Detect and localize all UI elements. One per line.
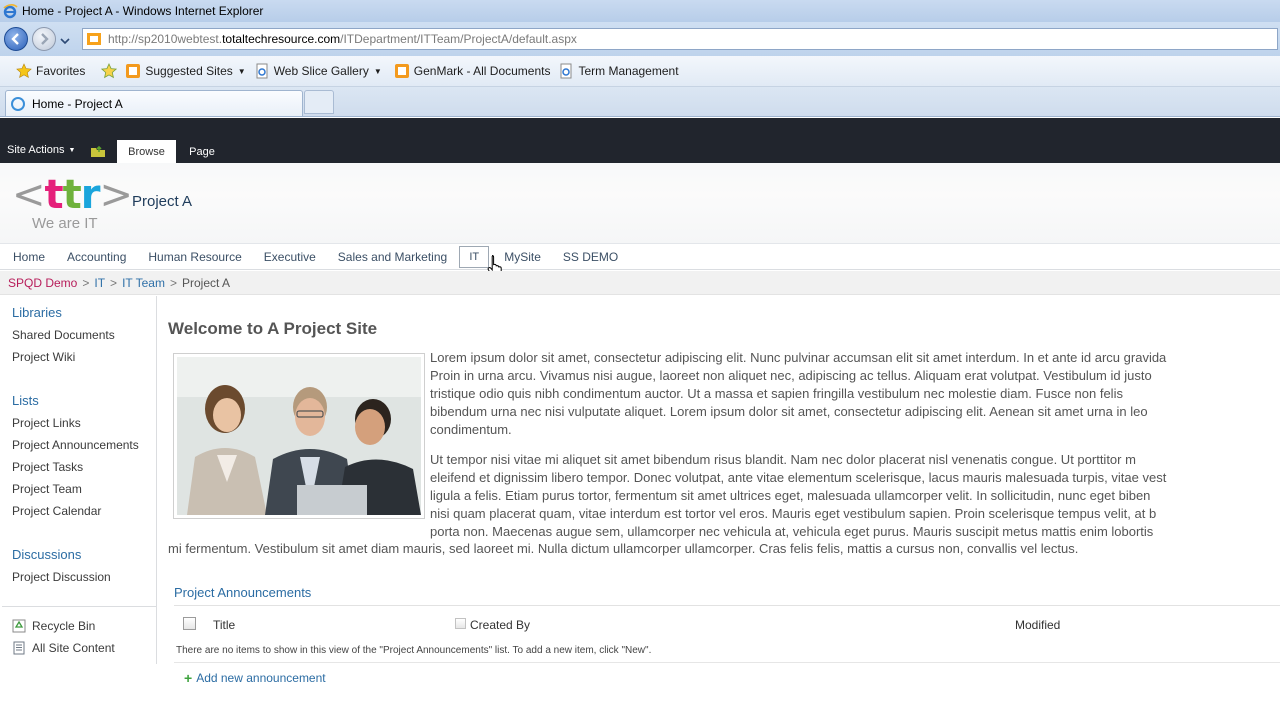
back-arrow-icon xyxy=(11,33,19,45)
breadcrumb-it[interactable]: IT xyxy=(94,276,105,290)
favorites-button[interactable]: Favorites xyxy=(16,63,85,79)
ql-item-project-discussion[interactable]: Project Discussion xyxy=(12,570,111,584)
tab-browse[interactable]: Browse xyxy=(117,140,176,164)
column-title[interactable]: Title xyxy=(213,618,235,632)
team-photo-image xyxy=(177,357,421,515)
topnav-home[interactable]: Home xyxy=(13,250,45,264)
recycle-bin-link[interactable]: Recycle Bin xyxy=(12,619,95,633)
ql-item-project-wiki[interactable]: Project Wiki xyxy=(12,350,75,364)
internet-explorer-icon xyxy=(2,3,18,19)
ql-item-shared-documents[interactable]: Shared Documents xyxy=(12,328,115,342)
breadcrumb-separator: > xyxy=(110,275,118,290)
main-content: Welcome to A Project Site Lorem ipsum do… xyxy=(158,296,1280,720)
ttr-logo[interactable]: <ttr> We are IT xyxy=(12,172,133,237)
logo-mark: <ttr> xyxy=(12,172,133,218)
site-header: <ttr> We are IT Project A xyxy=(0,163,1280,243)
url-text: http://sp2010webtest.totaltechresource.c… xyxy=(108,32,577,46)
topnav-ss-demo[interactable]: SS DEMO xyxy=(563,250,618,264)
ql-heading-lists[interactable]: Lists xyxy=(12,393,39,408)
breadcrumb-spqd-demo[interactable]: SPQD Demo xyxy=(8,276,77,290)
ql-item-project-announcements[interactable]: Project Announcements xyxy=(12,438,139,452)
favorites-link-term-management[interactable]: Term Management xyxy=(558,63,679,79)
topnav-human-resource[interactable]: Human Resource xyxy=(148,250,241,264)
favorites-link-web-slice-gallery[interactable]: Web Slice Gallery ▼ xyxy=(254,63,382,79)
breadcrumb-it-team[interactable]: IT Team xyxy=(122,276,165,290)
chevron-down-icon: ▼ xyxy=(237,66,246,76)
all-site-content-link[interactable]: All Site Content xyxy=(12,641,115,655)
new-tab-button[interactable] xyxy=(304,90,334,114)
navigate-up-icon[interactable] xyxy=(90,144,106,161)
ql-item-project-team[interactable]: Project Team xyxy=(12,482,82,496)
favorites-bar: Favorites Suggested Sites ▼ Web Slice Ga… xyxy=(0,56,1280,87)
chevron-down-icon: ▼ xyxy=(373,66,382,76)
ql-heading-discussions[interactable]: Discussions xyxy=(12,547,81,562)
topnav-sales-and-marketing[interactable]: Sales and Marketing xyxy=(338,250,447,264)
browser-tab-bar: Home - Project A xyxy=(0,87,1280,117)
tab-page[interactable]: Page xyxy=(182,140,222,163)
topnav-executive[interactable]: Executive xyxy=(264,250,316,264)
divider xyxy=(174,605,1280,606)
column-modified[interactable]: Modified xyxy=(1015,618,1060,632)
back-button[interactable] xyxy=(4,27,28,51)
topnav-accounting[interactable]: Accounting xyxy=(67,250,126,264)
site-content-icon xyxy=(12,641,26,655)
star-icon xyxy=(16,63,32,79)
divider xyxy=(174,662,1280,663)
ql-item-project-calendar[interactable]: Project Calendar xyxy=(12,504,101,518)
topnav-mysite[interactable]: MySite xyxy=(504,250,541,264)
created-by-checkbox-icon xyxy=(455,618,466,629)
ie-page-icon xyxy=(558,63,574,79)
quick-launch-footer: Recycle Bin All Site Content xyxy=(2,606,157,663)
recycle-bin-icon xyxy=(12,619,26,633)
add-new-announcement-link[interactable]: + Add new announcement xyxy=(184,671,326,685)
favorites-link-genmark[interactable]: GenMark - All Documents xyxy=(394,63,550,79)
intro-paragraph-1: Lorem ipsum dolor sit amet, consectetur … xyxy=(430,350,1167,437)
add-to-favorites-bar-icon[interactable] xyxy=(101,63,118,79)
address-bar[interactable]: http://sp2010webtest.totaltechresource.c… xyxy=(82,28,1278,50)
empty-list-message: There are no items to show in this view … xyxy=(176,645,652,656)
chevron-down-icon: ▼ xyxy=(68,146,76,154)
breadcrumb-current: Project A xyxy=(182,275,231,290)
ie-page-icon xyxy=(254,63,270,79)
rss-feed-icon xyxy=(125,63,141,79)
navigation-bar: http://sp2010webtest.totaltechresource.c… xyxy=(0,22,1280,56)
top-navigation: Home Accounting Human Resource Executive… xyxy=(0,243,1280,270)
ql-heading-libraries[interactable]: Libraries xyxy=(12,305,62,320)
favorites-link-suggested-sites[interactable]: Suggested Sites ▼ xyxy=(125,63,246,79)
breadcrumb-separator: > xyxy=(169,275,177,290)
announcements-webpart-title[interactable]: Project Announcements xyxy=(174,585,311,600)
ql-item-project-links[interactable]: Project Links xyxy=(12,416,81,430)
plus-icon: + xyxy=(184,670,193,686)
site-title[interactable]: Project A xyxy=(132,193,192,210)
select-all-checkbox[interactable] xyxy=(183,617,196,630)
team-photo xyxy=(173,353,425,519)
ql-item-project-tasks[interactable]: Project Tasks xyxy=(12,460,83,474)
ribbon: Site Actions ▼ Browse Page xyxy=(0,118,1280,164)
topnav-it[interactable]: IT xyxy=(459,245,490,268)
browser-tab-home[interactable]: Home - Project A xyxy=(5,90,303,116)
sharepoint-icon xyxy=(394,63,410,79)
site-actions-menu[interactable]: Site Actions ▼ xyxy=(7,144,75,156)
intro-paragraph-2-tail: mi fermentum. Vestibulum sit amet diam m… xyxy=(168,541,1079,556)
intro-paragraph-2: Ut tempor nisi vitae mi aliquet sit amet… xyxy=(430,452,1167,539)
window-title: Home - Project A - Windows Internet Expl… xyxy=(22,4,264,18)
recent-pages-dropdown[interactable] xyxy=(60,34,70,48)
forward-arrow-icon xyxy=(41,33,49,45)
loading-icon xyxy=(10,96,26,112)
forward-button[interactable] xyxy=(32,27,56,51)
window-titlebar: Home - Project A - Windows Internet Expl… xyxy=(0,0,1280,22)
column-created-by[interactable]: Created By xyxy=(470,618,530,632)
chevron-down-icon xyxy=(60,38,70,45)
sharepoint-page-icon xyxy=(86,31,102,47)
page-title: Welcome to A Project Site xyxy=(168,319,378,338)
breadcrumb-separator: > xyxy=(82,275,90,290)
announcements-table-header: Title Created By Modified xyxy=(174,614,1280,634)
breadcrumb: SPQD Demo > IT > IT Team > Project A xyxy=(0,271,1280,295)
